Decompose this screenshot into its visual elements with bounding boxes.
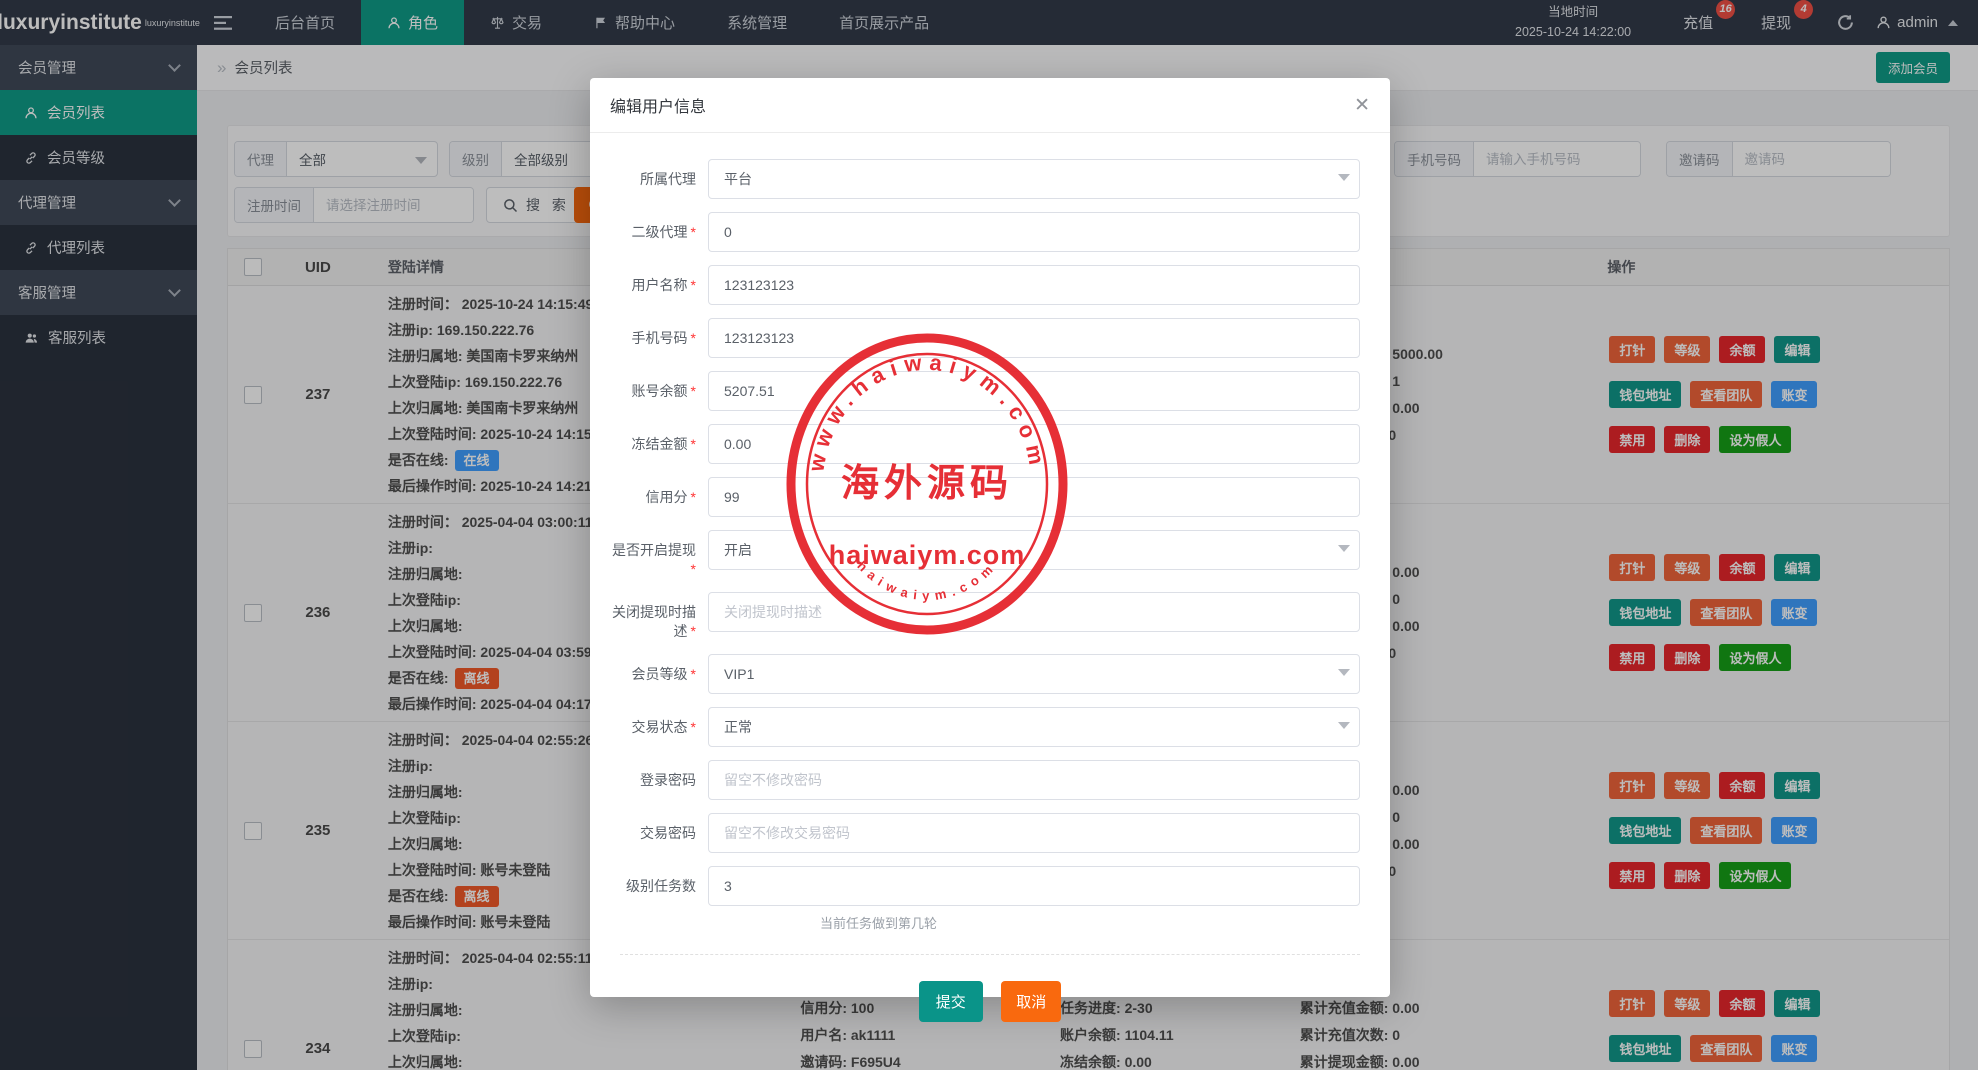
field-2-input[interactable]	[708, 212, 1360, 252]
required-asterisk: *	[691, 277, 696, 293]
chevron-down-icon	[1338, 174, 1350, 181]
required-asterisk: *	[691, 719, 696, 735]
form-label: 冻结金额*	[608, 424, 708, 464]
form-label: 关闭提现时描述*	[608, 592, 708, 641]
modal-title: 编辑用户信息	[610, 93, 706, 117]
form-control	[708, 592, 1360, 641]
form-label: 级别任务数	[608, 866, 708, 932]
form-control	[708, 212, 1360, 252]
edit-user-modal: 编辑用户信息 ✕ 所属代理二级代理* 用户名称* 手机号码* 账号余额* 冻结金额* 信用…	[590, 78, 1390, 997]
field-6-input[interactable]	[708, 424, 1360, 464]
form-label: 信用分*	[608, 477, 708, 517]
form-control	[708, 530, 1360, 579]
submit-button[interactable]: 提交	[919, 981, 983, 1022]
form-item-2: 二级代理*	[608, 212, 1390, 252]
form-item-1: 所属代理	[608, 159, 1390, 199]
form-control	[708, 318, 1360, 358]
required-asterisk: *	[691, 489, 696, 505]
field-3-input[interactable]	[708, 265, 1360, 305]
form-item-7: 信用分*	[608, 477, 1390, 517]
field-hint: 当前任务做到第几轮	[820, 913, 1360, 932]
form-control	[708, 760, 1360, 800]
form-label: 交易状态*	[608, 707, 708, 747]
field-13-input[interactable]	[708, 813, 1360, 853]
field-9-input[interactable]	[708, 592, 1360, 632]
required-asterisk: *	[691, 383, 696, 399]
field-12-input[interactable]	[708, 760, 1360, 800]
form-control	[708, 159, 1360, 199]
form-label: 登录密码	[608, 760, 708, 800]
required-asterisk: *	[691, 561, 696, 577]
field-8-input[interactable]	[708, 530, 1360, 570]
required-asterisk: *	[691, 330, 696, 346]
chevron-down-icon	[1338, 722, 1350, 729]
form-label: 账号余额*	[608, 371, 708, 411]
form-control	[708, 424, 1360, 464]
form-label: 会员等级*	[608, 654, 708, 694]
form-item-9: 关闭提现时描述*	[608, 592, 1390, 641]
form-item-10: 会员等级*	[608, 654, 1390, 694]
form-item-12: 登录密码	[608, 760, 1390, 800]
chevron-down-icon	[1338, 545, 1350, 552]
form-control	[708, 265, 1360, 305]
close-icon[interactable]: ✕	[1354, 96, 1370, 115]
required-asterisk: *	[691, 436, 696, 452]
form-item-3: 用户名称*	[608, 265, 1390, 305]
modal-footer: 提交 取消	[620, 954, 1360, 1022]
chevron-down-icon	[1338, 669, 1350, 676]
form-item-6: 冻结金额*	[608, 424, 1390, 464]
form-label: 交易密码	[608, 813, 708, 853]
required-asterisk: *	[691, 666, 696, 682]
form-item-13: 交易密码	[608, 813, 1390, 853]
form-label: 所属代理	[608, 159, 708, 199]
required-asterisk: *	[691, 224, 696, 240]
form-control	[708, 707, 1360, 747]
form-label: 手机号码*	[608, 318, 708, 358]
form-control	[708, 477, 1360, 517]
field-1-input[interactable]	[708, 159, 1360, 199]
form-label: 用户名称*	[608, 265, 708, 305]
field-14-input[interactable]	[708, 866, 1360, 906]
form-control: 当前任务做到第几轮	[708, 866, 1360, 932]
form-item-8: 是否开启提现*	[608, 530, 1390, 579]
form-item-4: 手机号码*	[608, 318, 1390, 358]
modal-header: 编辑用户信息 ✕	[590, 78, 1390, 133]
form-control	[708, 813, 1360, 853]
field-10-input[interactable]	[708, 654, 1360, 694]
field-5-input[interactable]	[708, 371, 1360, 411]
form-item-14: 级别任务数当前任务做到第几轮	[608, 866, 1390, 932]
form-label: 二级代理*	[608, 212, 708, 252]
form-control	[708, 371, 1360, 411]
form-control	[708, 654, 1360, 694]
form-item-11: 交易状态*	[608, 707, 1390, 747]
form-item-5: 账号余额*	[608, 371, 1390, 411]
modal-body: 所属代理二级代理* 用户名称* 手机号码* 账号余额* 冻结金额* 信用分* 是否开启提现*…	[590, 133, 1390, 932]
form-label: 是否开启提现*	[608, 530, 708, 579]
cancel-button[interactable]: 取消	[1001, 981, 1061, 1022]
field-7-input[interactable]	[708, 477, 1360, 517]
required-asterisk: *	[691, 623, 696, 639]
field-4-input[interactable]	[708, 318, 1360, 358]
field-11-input[interactable]	[708, 707, 1360, 747]
